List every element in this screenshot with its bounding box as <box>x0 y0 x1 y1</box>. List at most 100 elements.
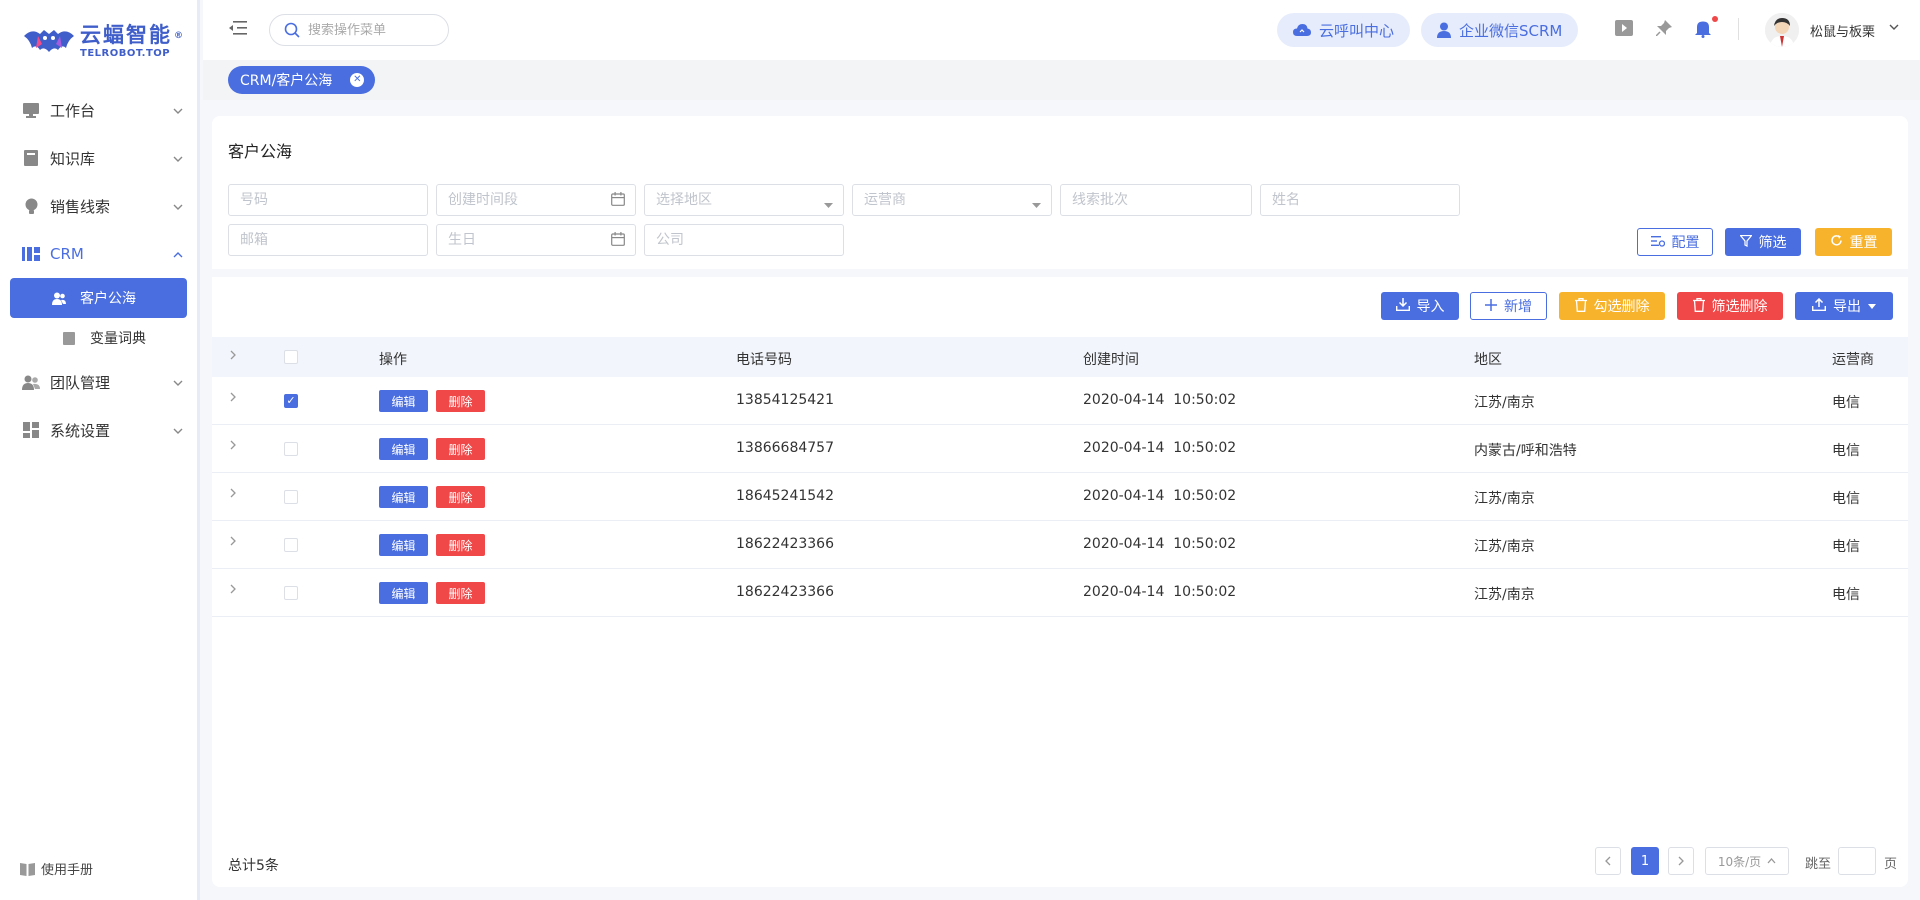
page-number-button[interactable]: 1 <box>1631 847 1659 875</box>
cell-region: 江苏/南京 <box>1474 539 1535 555</box>
filter-button[interactable]: 筛选 <box>1725 228 1801 256</box>
row-checkbox[interactable]: ✓ <box>284 394 298 408</box>
wecom-scrm-button[interactable]: 企业微信SCRM <box>1421 13 1579 47</box>
company-field[interactable] <box>644 224 844 256</box>
cloud-call-center-button[interactable]: 云呼叫中心 <box>1277 13 1411 47</box>
sidebar-item-label: 团队管理 <box>50 373 111 392</box>
edit-button[interactable]: 编辑 <box>379 582 428 604</box>
sidebar-item-leads[interactable]: 销售线索 <box>0 182 197 230</box>
export-button[interactable]: 导出 <box>1795 292 1893 320</box>
created-range-input[interactable] <box>448 192 635 208</box>
email-field[interactable] <box>228 224 428 256</box>
edit-button[interactable]: 编辑 <box>379 438 428 460</box>
cell-carrier: 电信 <box>1832 539 1860 555</box>
customer-table-panel: 导入 新增 勾选删除 筛选删除 导出 操作 电话号码 创建时间 地区 运营商 ✓… <box>212 277 1908 887</box>
sidebar-subitem-variable-dict[interactable]: 变量词典 <box>10 318 187 358</box>
expand-row-icon[interactable] <box>230 391 236 405</box>
row-checkbox[interactable] <box>284 490 298 504</box>
expand-row-icon[interactable] <box>230 439 236 453</box>
avatar[interactable] <box>1765 13 1799 47</box>
menu-search[interactable] <box>269 14 449 46</box>
chevron-down-icon <box>173 200 183 213</box>
select-all-checkbox[interactable] <box>284 350 298 364</box>
expand-row-icon[interactable] <box>230 583 236 597</box>
sidebar-item-workbench[interactable]: 工作台 <box>0 86 197 134</box>
column-header-carrier[interactable]: 运营商 <box>1832 349 1874 369</box>
cell-region: 江苏/南京 <box>1474 395 1535 411</box>
book-icon <box>22 149 40 167</box>
config-button[interactable]: 配置 <box>1637 228 1713 256</box>
tab-crm-customer-pool[interactable]: CRM/客户公海 ✕ <box>228 66 376 94</box>
name-input[interactable] <box>1272 192 1459 208</box>
close-icon[interactable]: ✕ <box>350 73 365 87</box>
table-header: 操作 电话号码 创建时间 地区 运营商 <box>212 337 1908 377</box>
page-size-select[interactable]: 10条/页 <box>1705 847 1789 875</box>
cell-phone: 18622423366 <box>736 536 834 552</box>
menu-fold-icon[interactable] <box>229 21 247 39</box>
column-header-phone[interactable]: 电话号码 <box>736 349 792 369</box>
next-page-button[interactable] <box>1668 847 1694 875</box>
sidebar-subitem-customer-pool[interactable]: 客户公海 <box>10 278 187 318</box>
batch-field[interactable] <box>1060 184 1252 216</box>
expand-all-icon[interactable] <box>230 349 236 363</box>
import-button[interactable]: 导入 <box>1381 292 1459 320</box>
delete-filtered-button[interactable]: 筛选删除 <box>1677 292 1783 320</box>
export-label: 导出 <box>1833 299 1861 315</box>
column-header-created[interactable]: 创建时间 <box>1083 349 1139 369</box>
cell-created: 2020-04-14 10:50:02 <box>1083 536 1237 552</box>
download-icon <box>1395 298 1410 314</box>
edit-button[interactable]: 编辑 <box>379 390 428 412</box>
row-checkbox[interactable] <box>284 586 298 600</box>
birthday-input[interactable] <box>448 232 635 248</box>
config-icon <box>1650 235 1665 250</box>
video-play-icon[interactable] <box>1614 20 1634 40</box>
delete-checked-button[interactable]: 勾选删除 <box>1559 292 1665 320</box>
row-checkbox[interactable] <box>284 538 298 552</box>
cell-carrier: 电信 <box>1832 395 1860 411</box>
jump-page-input[interactable] <box>1838 847 1876 875</box>
delete-button[interactable]: 删除 <box>436 438 485 460</box>
prev-page-button[interactable] <box>1595 847 1621 875</box>
name-field[interactable] <box>1260 184 1460 216</box>
caret-down-icon[interactable] <box>1889 22 1899 33</box>
expand-row-icon[interactable] <box>230 535 236 549</box>
birthday-field[interactable] <box>436 224 636 256</box>
edit-button[interactable]: 编辑 <box>379 534 428 556</box>
sidebar-item-settings[interactable]: 系统设置 <box>0 406 197 454</box>
column-header-actions: 操作 <box>379 352 407 368</box>
carrier-input[interactable] <box>864 192 1051 208</box>
company-input[interactable] <box>656 232 843 248</box>
sidebar-item-team[interactable]: 团队管理 <box>0 358 197 406</box>
number-input[interactable] <box>240 192 427 208</box>
sidebar-item-knowledge[interactable]: 知识库 <box>0 134 197 182</box>
sidebar-item-crm[interactable]: CRM <box>0 230 197 278</box>
reset-button[interactable]: 重置 <box>1815 228 1892 256</box>
delete-button[interactable]: 删除 <box>436 486 485 508</box>
created-range-field[interactable] <box>436 184 636 216</box>
delete-button[interactable]: 删除 <box>436 582 485 604</box>
team-icon <box>22 373 40 391</box>
column-header-region[interactable]: 地区 <box>1474 349 1502 369</box>
number-field[interactable] <box>228 184 428 216</box>
caret-down-icon <box>1868 303 1876 309</box>
search-input[interactable] <box>308 22 428 38</box>
row-checkbox[interactable] <box>284 442 298 456</box>
delete-button[interactable]: 删除 <box>436 390 485 412</box>
batch-input[interactable] <box>1072 192 1251 208</box>
chevron-down-icon <box>173 152 183 165</box>
delete-button[interactable]: 删除 <box>436 534 485 556</box>
user-manual-link[interactable]: 使用手册 <box>20 859 93 878</box>
edit-button[interactable]: 编辑 <box>379 486 428 508</box>
logo[interactable]: 云蝠智能 ® TELROBOT.TOP <box>0 0 197 82</box>
region-select[interactable] <box>644 184 844 216</box>
carrier-select[interactable] <box>852 184 1052 216</box>
expand-row-icon[interactable] <box>230 487 236 501</box>
chevron-up-icon <box>1767 858 1776 864</box>
email-input[interactable] <box>240 232 427 248</box>
pin-icon[interactable] <box>1654 20 1674 40</box>
user-name[interactable]: 松鼠与板栗 <box>1810 21 1875 40</box>
region-input[interactable] <box>656 192 843 208</box>
cell-created: 2020-04-14 10:50:02 <box>1083 488 1237 504</box>
add-button[interactable]: 新增 <box>1470 292 1547 320</box>
bell-icon[interactable] <box>1693 20 1713 42</box>
